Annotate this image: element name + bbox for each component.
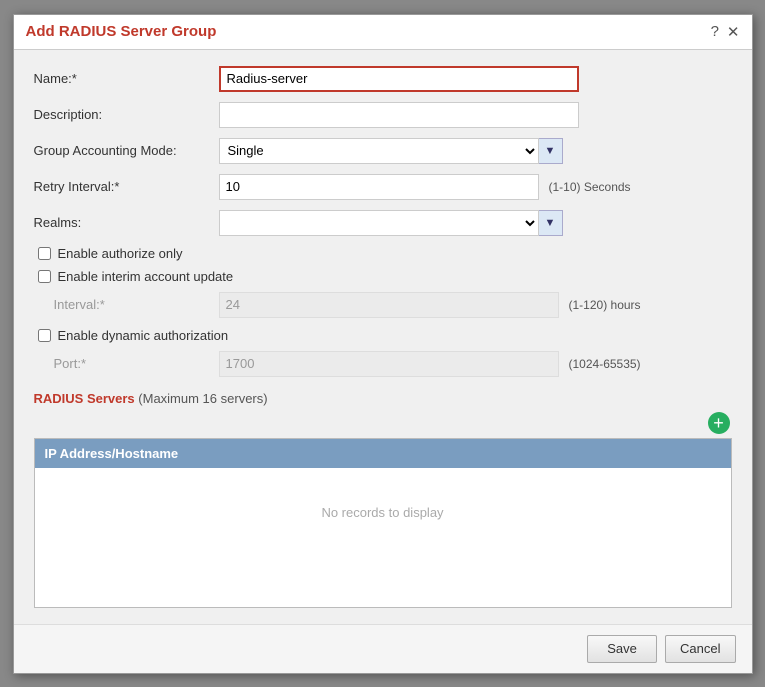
dialog-titlebar: Add RADIUS Server Group ? ✕ xyxy=(14,15,752,50)
realms-row: Realms: ▼ xyxy=(34,210,732,236)
realms-select[interactable] xyxy=(219,210,539,236)
enable-authorize-checkbox[interactable] xyxy=(38,247,51,260)
retry-interval-label: Retry Interval:* xyxy=(34,179,219,194)
table-empty-message: No records to display xyxy=(35,468,731,558)
description-label: Description: xyxy=(34,107,219,122)
retry-interval-input[interactable] xyxy=(219,174,539,200)
radius-servers-table: IP Address/Hostname No records to displa… xyxy=(34,438,732,608)
add-icon-row: + xyxy=(34,412,732,434)
description-row: Description: xyxy=(34,102,732,128)
enable-dynamic-row: Enable dynamic authorization xyxy=(34,328,732,343)
interval-input[interactable] xyxy=(219,292,559,318)
table-header: IP Address/Hostname xyxy=(35,439,731,468)
retry-interval-row: Retry Interval:* (1-10) Seconds xyxy=(34,174,732,200)
port-hint: (1024-65535) xyxy=(569,357,641,371)
port-label: Port:* xyxy=(54,356,219,371)
radius-servers-label-row: RADIUS Servers (Maximum 16 servers) xyxy=(34,391,732,406)
port-input[interactable] xyxy=(219,351,559,377)
radius-servers-title: RADIUS Servers xyxy=(34,391,135,406)
enable-dynamic-checkbox[interactable] xyxy=(38,329,51,342)
realms-dropdown-btn[interactable]: ▼ xyxy=(539,210,563,236)
interval-label: Interval:* xyxy=(54,297,219,312)
group-accounting-row: Group Accounting Mode: Single Multiple ▼ xyxy=(34,138,732,164)
group-accounting-label: Group Accounting Mode: xyxy=(34,143,219,158)
close-icon[interactable]: ✕ xyxy=(727,23,740,41)
realms-label: Realms: xyxy=(34,215,219,230)
retry-interval-hint: (1-10) Seconds xyxy=(549,180,631,194)
realms-select-wrapper: ▼ xyxy=(219,210,579,236)
save-button[interactable]: Save xyxy=(587,635,657,663)
enable-authorize-row: Enable authorize only xyxy=(34,246,732,261)
enable-dynamic-label[interactable]: Enable dynamic authorization xyxy=(58,328,229,343)
name-row: Name:* xyxy=(34,66,732,92)
enable-interim-row: Enable interim account update xyxy=(34,269,732,284)
add-radius-server-button[interactable]: + xyxy=(708,412,730,434)
name-input[interactable] xyxy=(219,66,579,92)
help-icon[interactable]: ? xyxy=(711,23,719,40)
group-accounting-select-wrapper: Single Multiple ▼ xyxy=(219,138,579,164)
enable-authorize-label[interactable]: Enable authorize only xyxy=(58,246,183,261)
enable-interim-checkbox[interactable] xyxy=(38,270,51,283)
group-accounting-select[interactable]: Single Multiple xyxy=(219,138,539,164)
port-row: Port:* (1024-65535) xyxy=(34,351,732,377)
add-radius-dialog: Add RADIUS Server Group ? ✕ Name:* Descr… xyxy=(13,14,753,674)
interval-hint: (1-120) hours xyxy=(569,298,641,312)
name-label: Name:* xyxy=(34,71,219,86)
group-accounting-dropdown-btn[interactable]: ▼ xyxy=(539,138,563,164)
title-icons: ? ✕ xyxy=(711,23,740,41)
dialog-title: Add RADIUS Server Group xyxy=(26,23,217,40)
dialog-footer: Save Cancel xyxy=(14,624,752,673)
description-input[interactable] xyxy=(219,102,579,128)
interval-row: Interval:* (1-120) hours xyxy=(34,292,732,318)
cancel-button[interactable]: Cancel xyxy=(665,635,735,663)
radius-servers-max: (Maximum 16 servers) xyxy=(138,391,267,406)
dialog-body: Name:* Description: Group Accounting Mod… xyxy=(14,50,752,624)
enable-interim-label[interactable]: Enable interim account update xyxy=(58,269,234,284)
